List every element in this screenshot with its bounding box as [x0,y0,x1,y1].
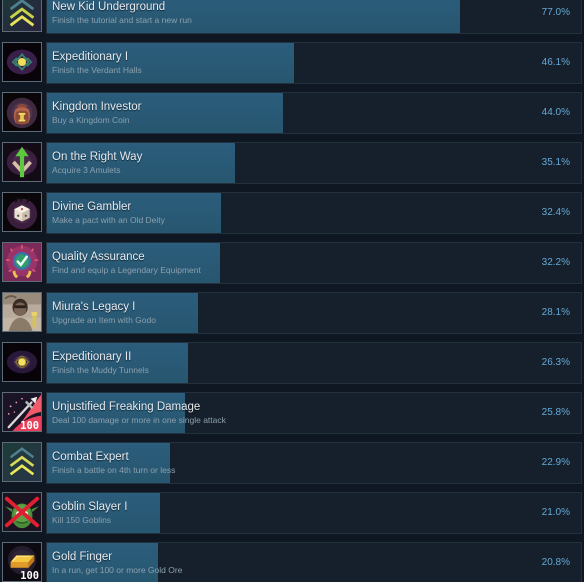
achievement-icon [2,442,42,482]
achievement-row[interactable]: Combat Expert Finish a battle on 4th turn… [0,442,584,486]
achievement-icon [2,492,42,532]
svg-text:100: 100 [20,570,39,581]
amulet-diamond-orb-icon [3,43,41,81]
achievement-global-percent: 21.0% [541,507,570,518]
achievement-row[interactable]: Expeditionary II Finish the Muddy Tunnels… [0,342,584,386]
achievement-row[interactable]: 100 Gold Finger In a run, get 100 or more… [0,542,584,582]
achievement-progress-fill [47,293,198,333]
achievement-progress-fill [47,193,221,233]
achievement-icon: 100 [2,542,42,582]
achievement-icon [2,42,42,82]
achievement-progress-fill [47,493,160,533]
achievement-icon [2,292,42,332]
achievement-progress-track [46,192,582,234]
glowing-orb-icon [3,343,41,381]
achievement-progress-track [46,392,582,434]
achievement-progress-track [46,442,582,484]
achievement-global-percent: 32.4% [541,207,570,218]
rolling-dice-icon [3,193,41,231]
achievement-global-percent: 20.8% [541,557,570,568]
achievement-icon [2,0,42,32]
achievement-row[interactable]: 100 Unjustified Freaking Damage Deal 100 … [0,392,584,436]
achievement-row[interactable]: Goblin Slayer I Kill 150 Goblins 21.0% [0,492,584,536]
achievement-icon [2,192,42,232]
achievement-row[interactable]: Divine Gambler Make a pact with an Old De… [0,192,584,236]
achievement-progress-track [46,0,582,34]
achievement-progress-track [46,92,582,134]
achievement-global-percent: 28.1% [541,307,570,318]
achievement-progress-fill [47,443,170,483]
double-chevron-up-yellow-icon [3,443,41,481]
achievement-global-percent: 44.0% [541,107,570,118]
gold-bar-100-icon: 100 [3,543,41,581]
flaming-sword-100-icon: 100 [3,393,41,431]
achievement-global-percent: 77.0% [541,7,570,18]
achievement-progress-list: New Kid Underground Finish the tutorial a… [0,0,584,582]
achievement-row[interactable]: Expeditionary I Finish the Verdant Halls 4… [0,42,584,86]
achievement-icon [2,92,42,132]
achievement-progress-fill [47,543,158,582]
checkmark-shield-badge-icon [3,243,41,281]
achievement-progress-fill [47,43,294,83]
crossed-out-goblin-icon [3,493,41,531]
achievement-progress-track [46,142,582,184]
blacksmith-portrait-icon [3,293,41,331]
achievement-progress-fill [47,243,220,283]
achievement-progress-fill [47,93,283,133]
achievement-progress-fill [47,343,188,383]
achievement-row[interactable]: Miura's Legacy I Upgrade an Item with God… [0,292,584,336]
achievement-progress-track [46,542,582,582]
achievement-row[interactable]: On the Right Way Acquire 3 Amulets 35.1% [0,142,584,186]
achievement-progress-track [46,242,582,284]
achievement-progress-fill [47,393,185,433]
achievement-row[interactable]: Quality Assurance Find and equip a Legend… [0,242,584,286]
achievement-icon [2,242,42,282]
achievement-progress-track [46,342,582,384]
achievement-progress-track [46,492,582,534]
coin-pouch-icon [3,93,41,131]
achievement-progress-track [46,42,582,84]
achievement-global-percent: 32.2% [541,257,570,268]
achievement-row[interactable]: Kingdom Investor Buy a Kingdom Coin 44.0% [0,92,584,136]
achievement-global-percent: 26.3% [541,357,570,368]
achievement-icon [2,142,42,182]
green-arrow-up-fork-icon [3,143,41,181]
double-chevron-up-icon [3,0,41,31]
achievement-global-percent: 35.1% [541,157,570,168]
achievement-icon [2,342,42,382]
svg-text:100: 100 [20,420,39,431]
achievement-progress-fill [47,0,460,33]
achievement-global-percent: 22.9% [541,457,570,468]
achievement-progress-fill [47,143,235,183]
achievement-global-percent: 25.8% [541,407,570,418]
achievement-row[interactable]: New Kid Underground Finish the tutorial a… [0,0,584,36]
achievement-global-percent: 46.1% [541,57,570,68]
achievement-progress-track [46,292,582,334]
achievement-icon: 100 [2,392,42,432]
